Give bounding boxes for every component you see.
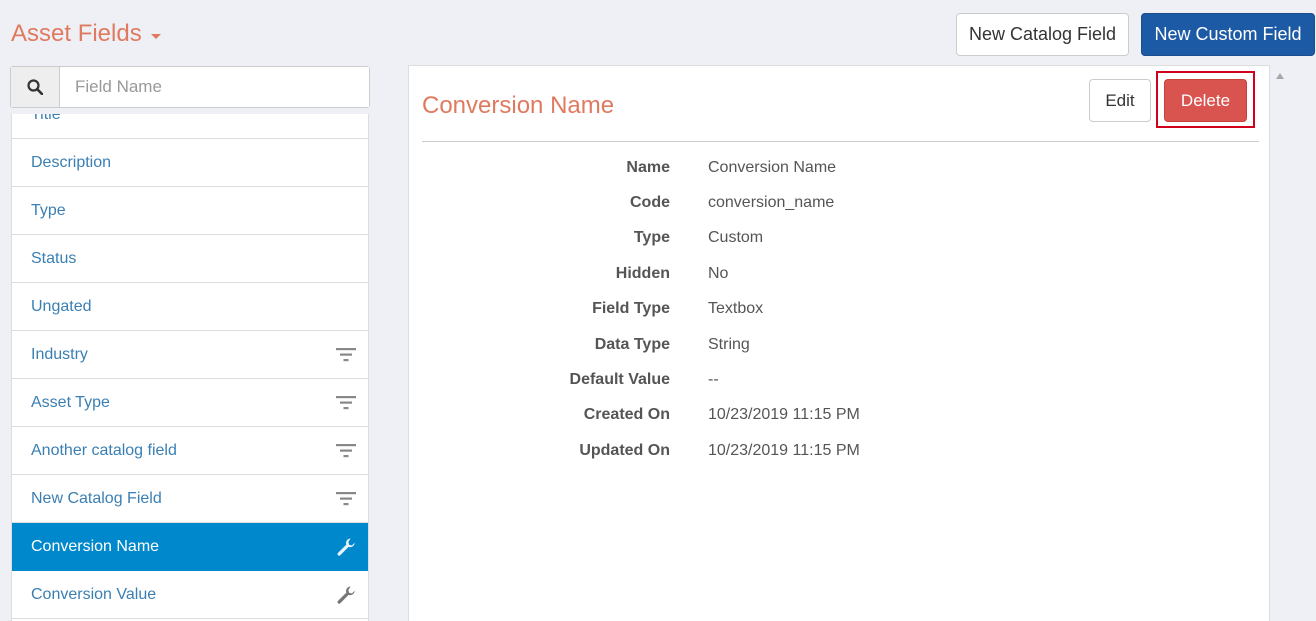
divider [422,141,1259,142]
list-item-label: Type [31,201,66,219]
list-item[interactable]: New Catalog Field [12,475,368,523]
list-item[interactable]: Status [12,235,368,283]
delete-button[interactable]: Delete [1164,79,1247,122]
search-input[interactable] [60,67,369,107]
list-item[interactable]: Type [12,187,368,235]
property-value: Conversion Name [708,158,837,176]
detail-title: Conversion Name [422,92,615,119]
list-item[interactable]: Industry [12,331,368,379]
property-row: Data Type String [422,327,1259,362]
property-label: Type [633,229,670,247]
property-label: Name [626,158,670,176]
property-value: No [708,264,729,282]
property-label: Data Type [594,335,670,353]
list-item[interactable]: Conversion Name [12,523,368,571]
property-label: Updated On [579,441,670,459]
property-row: Updated On 10/23/2019 11:15 PM [422,433,1259,468]
property-label: Created On [583,406,670,424]
list-item[interactable]: Conversion Value [12,571,368,619]
search-button[interactable] [11,67,60,107]
list-item[interactable]: Another catalog field [12,427,368,475]
property-list: Name Conversion Name Code conversion_name Ty… [422,150,1259,469]
scroll-up-arrow-icon[interactable] [1276,73,1284,79]
filter-icon [335,440,357,462]
list-item-label: Description [31,153,112,171]
property-value: String [708,335,750,353]
field-list: Title Description Type Status Ungated Industr… [11,114,369,621]
filter-icon [335,392,357,414]
wrench-icon [335,584,357,606]
search-icon [27,79,43,95]
property-row: Default Value -- [422,362,1259,397]
list-item[interactable]: Description [12,139,368,187]
page-title-dropdown[interactable]: Asset Fields [11,20,161,48]
property-row: Field Type Textbox [422,292,1259,327]
list-item-label: Conversion Name [31,537,160,555]
list-item-label: Another catalog field [31,441,177,459]
list-item-label: Conversion Value [31,585,157,603]
list-item[interactable]: Title [12,114,368,139]
property-row: Hidden No [422,256,1259,291]
filter-icon [335,344,357,366]
property-label: Hidden [615,264,670,282]
list-item-label: New Catalog Field [31,489,162,507]
property-label: Code [630,194,670,212]
property-value: -- [708,371,719,389]
property-value: Custom [708,229,764,247]
property-row: Name Conversion Name [422,150,1259,185]
scrollbar[interactable] [1271,65,1289,621]
wrench-icon [335,536,357,558]
page-title: Asset Fields [11,20,142,47]
filter-icon [335,488,357,510]
property-value: Textbox [708,300,764,318]
list-item-label: Ungated [31,297,92,315]
list-item-label: Industry [31,345,88,363]
edit-button[interactable]: Edit [1089,79,1151,122]
field-search [10,66,370,108]
property-value: conversion_name [708,194,835,212]
list-item-label: Asset Type [31,393,110,411]
caret-down-icon [150,33,161,39]
list-item[interactable]: Asset Type [12,379,368,427]
property-value: 10/23/2019 11:15 PM [708,441,860,459]
property-row: Type Custom [422,221,1259,256]
new-catalog-field-button[interactable]: New Catalog Field [956,13,1129,56]
list-item-label: Status [31,249,77,267]
property-row: Code conversion_name [422,185,1259,220]
property-label: Field Type [592,300,670,318]
list-item[interactable]: Ungated [12,283,368,331]
field-detail-panel: Conversion Name Edit Delete Name Conversi… [408,65,1270,621]
list-item-label: Title [31,114,61,123]
property-row: Created On 10/23/2019 11:15 PM [422,398,1259,433]
property-value: 10/23/2019 11:15 PM [708,406,860,424]
new-custom-field-button[interactable]: New Custom Field [1141,13,1315,56]
property-label: Default Value [569,371,670,389]
